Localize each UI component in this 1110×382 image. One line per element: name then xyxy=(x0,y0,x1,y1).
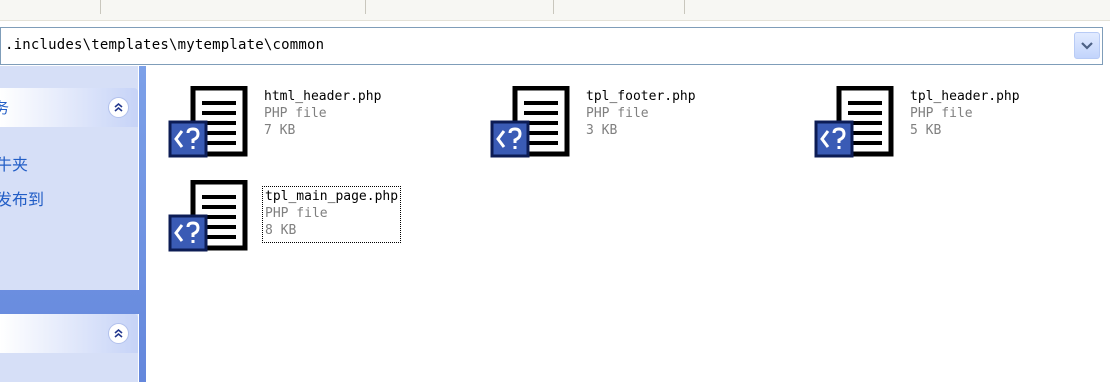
file-name: tpl_footer.php xyxy=(586,89,696,104)
file-name: tpl_header.php xyxy=(910,89,1020,104)
toolbar xyxy=(0,0,1110,21)
php-file-icon xyxy=(168,86,248,166)
file-info: tpl_main_page.php PHP file 8 KB xyxy=(261,186,402,243)
file-info: tpl_footer.php PHP file 3 KB xyxy=(586,88,696,139)
address-path[interactable]: .includes\templates\mytemplate\common xyxy=(5,37,324,53)
file-type: PHP file xyxy=(265,206,328,221)
toolbar-separator xyxy=(100,0,101,14)
address-dropdown-button[interactable] xyxy=(1074,32,1100,59)
php-file-icon xyxy=(168,180,248,260)
toolbar-separator xyxy=(553,0,554,14)
task-panel-other xyxy=(0,314,139,382)
file-size: 7 KB xyxy=(264,123,296,138)
file-name: html_header.php xyxy=(264,89,382,104)
task-link[interactable]: 发布到 xyxy=(0,186,44,210)
file-info: html_header.php PHP file 7 KB xyxy=(264,88,381,139)
php-file-icon xyxy=(814,86,894,166)
double-chevron-up-icon xyxy=(114,102,123,112)
address-bar[interactable]: .includes\templates\mytemplate\common xyxy=(0,27,1103,65)
collapse-button[interactable] xyxy=(108,323,129,344)
file-name: tpl_main_page.php xyxy=(265,189,399,204)
file-info: tpl_header.php PHP file 5 KB xyxy=(910,88,1020,139)
toolbar-separator xyxy=(684,0,685,14)
file-size: 8 KB xyxy=(265,223,297,238)
task-link[interactable]: 牛夹 xyxy=(0,151,28,175)
file-size: 5 KB xyxy=(910,123,942,138)
file-type: PHP file xyxy=(910,106,973,121)
double-chevron-up-icon xyxy=(114,328,123,338)
chevron-down-icon xyxy=(1081,41,1093,50)
task-panel-header[interactable]: 务 xyxy=(0,88,138,127)
toolbar-separator xyxy=(365,0,366,14)
task-panel-file-folder: 务 牛夹 发布到 xyxy=(0,66,139,290)
collapse-button[interactable] xyxy=(108,97,129,118)
task-panel-title: 务 xyxy=(0,99,10,117)
file-type: PHP file xyxy=(586,106,649,121)
task-pane: 务 牛夹 发布到 xyxy=(0,66,146,382)
file-type: PHP file xyxy=(264,106,327,121)
file-size: 3 KB xyxy=(586,123,618,138)
task-panel-header[interactable] xyxy=(0,314,138,353)
php-file-icon xyxy=(490,86,570,166)
